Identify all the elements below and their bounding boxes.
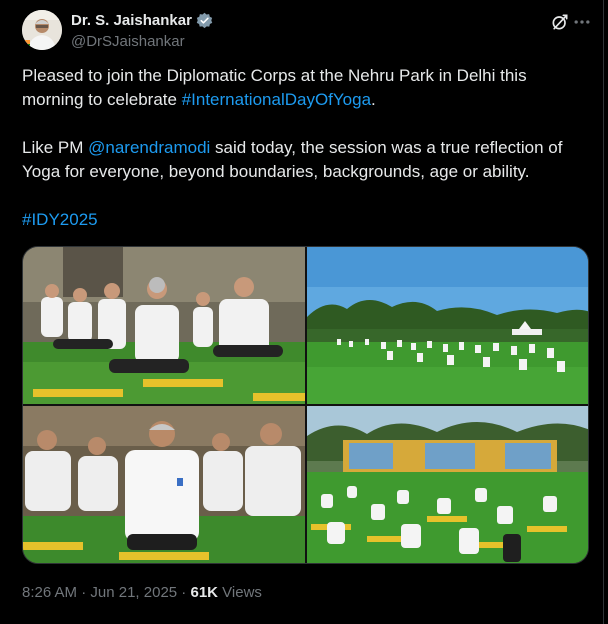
photo-park-wide[interactable]: [307, 247, 588, 404]
mention-link[interactable]: @narendramodi: [88, 138, 210, 157]
post-text-line: said today, the session was a true refle…: [210, 138, 563, 157]
post-card: Dr. S. Jaishankar @DrSJaishankar Pleased…: [0, 0, 604, 624]
author-handle[interactable]: @DrSJaishankar: [71, 33, 185, 50]
post-time[interactable]: 8:26 AM: [22, 584, 77, 601]
hashtag-link[interactable]: #InternationalDayOfYoga: [182, 90, 371, 109]
post-date[interactable]: Jun 21, 2025: [90, 584, 177, 601]
views-label: Views: [218, 584, 262, 601]
hashtag-link[interactable]: #IDY2025: [22, 210, 98, 229]
photo-stage-screens[interactable]: [307, 406, 588, 563]
verified-badge-icon: [196, 12, 213, 29]
post-header: Dr. S. Jaishankar @DrSJaishankar: [22, 10, 590, 54]
media-grid: [22, 246, 589, 564]
post-text: Pleased to join the Diplomatic Corps at …: [22, 64, 587, 232]
photo-meditation-closeup[interactable]: [23, 406, 305, 563]
post-paragraph-1: Pleased to join the Diplomatic Corps at …: [22, 64, 587, 112]
post-paragraph-3: #IDY2025: [22, 208, 587, 232]
post-text-line: Pleased to join the Diplomatic Corps at …: [22, 66, 527, 85]
post-text-line: Yoga for everyone, beyond boundaries, ba…: [22, 162, 530, 181]
author-row: Dr. S. Jaishankar: [71, 12, 213, 29]
more-options-icon[interactable]: [572, 12, 592, 32]
grok-icon[interactable]: [550, 12, 570, 32]
author-name[interactable]: Dr. S. Jaishankar: [71, 12, 192, 29]
meta-separator: ·: [77, 584, 91, 601]
avatar[interactable]: [22, 10, 62, 50]
photo-yoga-front-row[interactable]: [23, 247, 305, 404]
meta-separator: ·: [177, 584, 191, 601]
post-text-punct: .: [371, 90, 376, 109]
post-paragraph-2: Like PM @narendramodi said today, the se…: [22, 136, 587, 184]
views-count: 61K: [190, 584, 219, 601]
post-meta: 8:26 AM · Jun 21, 2025 · 61K Views: [22, 584, 262, 601]
post-text-line: Like PM: [22, 138, 89, 157]
post-text-line: morning to celebrate: [22, 90, 182, 109]
